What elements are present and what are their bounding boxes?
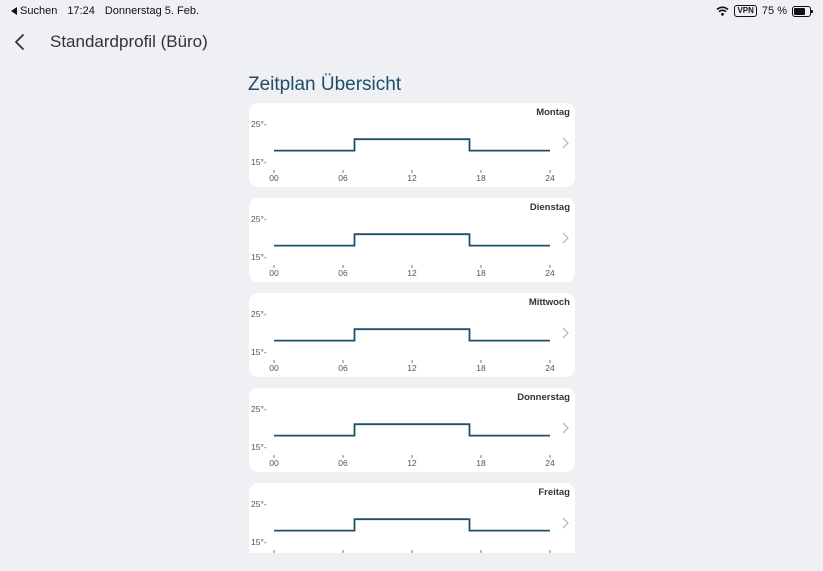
y-tick-label: 15°-: [251, 252, 267, 262]
temperature-series-line: [274, 138, 550, 152]
back-to-app-link[interactable]: Suchen: [11, 5, 57, 17]
status-time: 17:24: [67, 5, 95, 17]
temperature-series-line: [274, 233, 550, 247]
x-tick-label: 00: [269, 458, 279, 468]
x-tick-label: 06: [338, 173, 348, 183]
y-tick-label: 15°-: [251, 347, 267, 357]
temperature-series-line: [274, 518, 550, 532]
chevron-right-icon: [562, 232, 569, 244]
x-tick-label: 18: [476, 363, 486, 373]
y-tick-label: 25°-: [251, 214, 267, 224]
wifi-icon: [716, 6, 730, 16]
x-tick-label: 24: [545, 363, 555, 373]
y-tick-label: 25°-: [251, 309, 267, 319]
temperature-series-line: [274, 328, 550, 342]
battery-icon: [792, 5, 813, 17]
y-tick-label: 25°-: [251, 404, 267, 414]
day-card-dienstag[interactable]: Dienstag 25°- 15°- 00 06 12 18 24: [249, 198, 575, 282]
day-card-mittwoch[interactable]: Mittwoch 25°- 15°- 00 06 12 18 24: [249, 293, 575, 377]
vpn-badge: VPN: [734, 5, 757, 17]
x-tick-label: 18: [476, 173, 486, 183]
temperature-series-line: [274, 423, 550, 437]
x-tick-label: 12: [407, 458, 417, 468]
day-card-montag[interactable]: Montag 25°- 15°- 00 06 12 18 24: [249, 103, 575, 187]
schedule-chart: 25°-15°-00 06 12 18 24: [251, 499, 551, 553]
chevron-right-icon: [562, 517, 569, 529]
x-tick-label: 12: [407, 268, 417, 278]
y-tick-label: 15°-: [251, 537, 267, 547]
status-date: Donnerstag 5. Feb.: [104, 5, 200, 17]
x-tick-label: 18: [476, 268, 486, 278]
schedule-chart: 25°- 15°-00 06 12 18 24: [251, 214, 555, 278]
x-tick-label: 12: [407, 363, 417, 373]
schedule-chart: 25°- 15°-00 06 12 18 24: [251, 309, 555, 373]
x-tick-label: 12: [407, 173, 417, 183]
x-tick-label: 24: [545, 268, 555, 278]
chevron-right-icon: [562, 137, 569, 149]
section-title: Zeitplan Übersicht: [248, 74, 402, 95]
x-tick-label: 00: [269, 173, 279, 183]
schedule-chart: 25°- 15°-00 06 12 18 24: [251, 119, 555, 183]
navigation-bar: Standardprofil (Büro): [0, 28, 823, 58]
x-tick-label: 24: [545, 173, 555, 183]
day-card-donnerstag[interactable]: Donnerstag 25°- 15°- 00 06 12 18 24: [249, 388, 575, 472]
back-app-label: Suchen: [20, 5, 58, 17]
schedule-list: Montag 25°- 15°- 00 06 12 18 24 Dienstag 25°- 15°-…: [249, 103, 575, 553]
x-tick-label: 06: [338, 268, 348, 278]
x-tick-label: 00: [269, 363, 279, 373]
schedule-chart: 25°- 15°-00 06 12 18 24: [251, 404, 555, 468]
day-card-freitag[interactable]: Freitag 25°- 15°- 00 06 12 18 24: [249, 483, 575, 553]
chevron-right-icon: [562, 422, 569, 434]
status-bar: Suchen 17:24 Donnerstag 5. Feb. VPN 75 %: [0, 0, 823, 22]
x-tick-label: 18: [476, 458, 486, 468]
x-tick-label: 06: [338, 458, 348, 468]
x-tick-label: 24: [545, 458, 555, 468]
back-triangle-icon: [11, 7, 17, 15]
chevron-right-icon: [562, 327, 569, 339]
y-tick-label: 15°-: [251, 442, 267, 452]
battery-percent: 75 %: [761, 5, 787, 17]
x-tick-label: 00: [269, 268, 279, 278]
page-title: Standardprofil (Büro): [50, 32, 208, 51]
x-tick-label: 06: [338, 363, 348, 373]
y-tick-label: 15°-: [251, 157, 267, 167]
y-tick-label: 25°-: [251, 119, 267, 129]
chevron-left-icon[interactable]: [12, 32, 30, 52]
y-tick-label: 25°-: [251, 499, 267, 509]
